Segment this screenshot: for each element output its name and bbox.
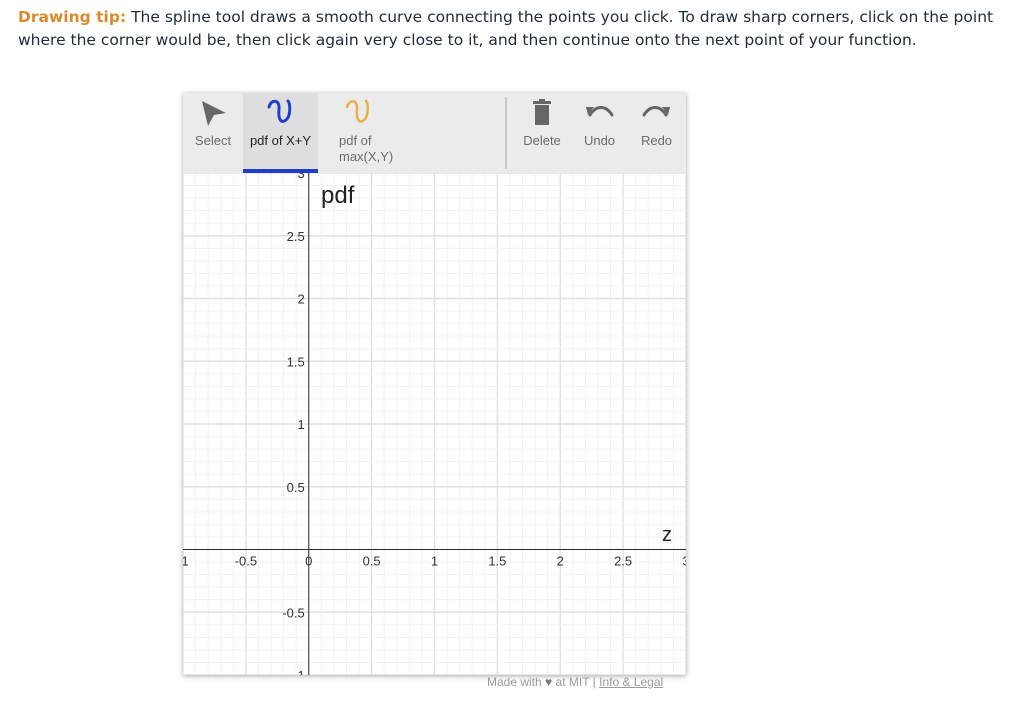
- pdf-max-tool-label: pdf of max(X,Y): [339, 133, 394, 164]
- select-tool-button[interactable]: Select: [183, 93, 243, 173]
- x-tick-label: -1: [183, 554, 189, 569]
- x-tick-label: 2: [557, 554, 564, 569]
- y-tick-label: 2: [298, 292, 305, 307]
- toolbar: Select pdf of X+Y pdf of max(X,Y) Delete: [183, 93, 686, 173]
- select-tool-label: Select: [194, 133, 232, 148]
- x-tick-label: 3: [682, 554, 686, 569]
- toolbar-divider: [505, 97, 507, 169]
- credit-prefix: Made with: [487, 675, 542, 689]
- sketch-widget: Select pdf of X+Y pdf of max(X,Y) Delete: [183, 93, 686, 675]
- undo-label: Undo: [583, 133, 616, 148]
- x-tick-label: 1.5: [488, 554, 506, 569]
- undo-button[interactable]: Undo: [572, 93, 627, 173]
- trash-icon: [533, 99, 551, 125]
- spline-icon: [345, 99, 369, 123]
- delete-label: Delete: [523, 133, 561, 148]
- pdf-max-tool-button[interactable]: pdf of max(X,Y): [318, 93, 398, 173]
- plot-title: pdf: [321, 182, 355, 209]
- pdf-x-plus-y-tool-button[interactable]: pdf of X+Y: [243, 93, 318, 173]
- y-tick-label: 2.5: [287, 229, 305, 244]
- x-tick-label: 2.5: [614, 554, 632, 569]
- cursor-arrow-icon: [202, 101, 226, 126]
- y-tick-label: 1.5: [287, 354, 305, 369]
- y-tick-label: 1: [298, 417, 305, 432]
- x-tick-label: -0.5: [235, 554, 257, 569]
- spline-icon: [267, 99, 292, 123]
- y-tick-label: -1: [293, 668, 305, 675]
- credit-footer: Made with ♥ at MIT | Info & Legal: [487, 675, 663, 689]
- y-tick-label: -0.5: [282, 605, 304, 620]
- credit-suffix: at MIT |: [555, 675, 596, 689]
- x-axis-label: z: [662, 524, 672, 546]
- drawing-tip-text: The spline tool draws a smooth curve con…: [18, 8, 994, 49]
- redo-icon: [642, 106, 670, 117]
- drawing-tip-label: Drawing tip:: [18, 8, 127, 26]
- delete-button[interactable]: Delete: [513, 93, 571, 173]
- y-tick-label: 0.5: [287, 480, 305, 495]
- x-tick-label: 1: [431, 554, 438, 569]
- y-tick-label: 3: [298, 173, 305, 181]
- grid: [183, 173, 686, 675]
- x-tick-label: 0: [305, 554, 312, 569]
- drawing-tip: Drawing tip: The spline tool draws a smo…: [18, 6, 1008, 52]
- drawing-canvas[interactable]: -1 -0.5 0 0.5 1 1.5 2 2.5 3 -1 -0.5 0.5 1 1.5 2 2.5 3 pd…: [183, 173, 686, 675]
- redo-button[interactable]: Redo: [629, 93, 684, 173]
- plot-svg[interactable]: -1 -0.5 0 0.5 1 1.5 2 2.5 3 -1 -0.5 0.5 1 1.5 2 2.5 3 pd…: [183, 173, 686, 675]
- heart-icon: ♥: [545, 675, 553, 689]
- redo-label: Redo: [640, 133, 673, 148]
- info-legal-link[interactable]: Info & Legal: [599, 675, 663, 689]
- undo-icon: [586, 106, 614, 117]
- pdf-x-plus-y-tool-label: pdf of X+Y: [249, 133, 312, 148]
- x-tick-label: 0.5: [363, 554, 381, 569]
